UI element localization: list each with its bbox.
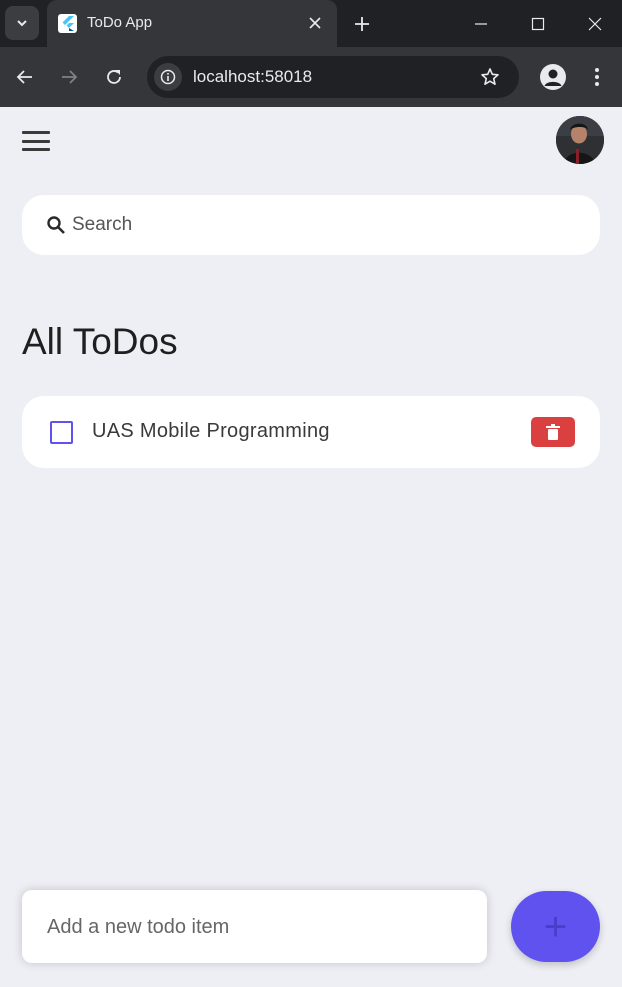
browser-tab-strip: ToDo App	[0, 0, 622, 47]
tab-title: ToDo App	[87, 14, 153, 31]
reload-button[interactable]	[101, 64, 127, 90]
person-icon	[544, 69, 562, 86]
arrow-left-icon	[16, 70, 32, 84]
browser-toolbar: localhost:58018	[0, 47, 622, 107]
page-title: All ToDos	[22, 321, 178, 362]
plus-icon	[355, 17, 369, 31]
close-icon	[588, 17, 602, 31]
bookmark-star-icon[interactable]	[479, 66, 501, 88]
address-bar[interactable]: localhost:58018	[147, 56, 519, 98]
more-vertical-icon	[595, 68, 599, 86]
browser-menu-button[interactable]	[585, 64, 609, 90]
todo-text: UAS Mobile Programming	[92, 420, 330, 442]
maximize-icon	[531, 17, 545, 31]
close-tab-icon[interactable]	[305, 13, 325, 33]
add-todo-field	[22, 890, 487, 963]
site-info-icon[interactable]	[154, 63, 182, 91]
forward-button[interactable]	[56, 64, 82, 90]
todo-item[interactable]: UAS Mobile Programming	[22, 396, 600, 468]
avatar[interactable]	[556, 116, 604, 164]
new-tab-button[interactable]	[350, 12, 374, 36]
flutter-favicon-icon	[58, 14, 77, 33]
minimize-icon	[475, 23, 487, 25]
minimize-window-button[interactable]	[469, 12, 493, 36]
add-todo-input[interactable]	[47, 910, 467, 944]
search-bar	[22, 195, 600, 255]
reload-icon	[107, 70, 121, 84]
chevron-down-icon	[17, 20, 27, 27]
search-icon	[47, 216, 65, 234]
tab-search-button[interactable]	[5, 6, 39, 40]
delete-todo-button[interactable]	[531, 417, 575, 447]
url-text: localhost:58018	[193, 67, 313, 86]
arrow-right-icon	[62, 70, 78, 84]
app-viewport: All ToDos UAS Mobile Programming +	[0, 107, 622, 987]
browser-tab[interactable]: ToDo App	[47, 0, 337, 47]
back-button[interactable]	[12, 64, 38, 90]
close-window-button[interactable]	[583, 12, 607, 36]
hamburger-menu-icon[interactable]	[18, 127, 54, 155]
todo-checkbox[interactable]	[50, 421, 73, 444]
profile-button[interactable]	[540, 64, 566, 90]
trash-icon	[546, 424, 560, 440]
add-todo-button[interactable]: +	[511, 891, 600, 962]
plus-icon: +	[543, 904, 568, 949]
maximize-window-button[interactable]	[526, 12, 550, 36]
search-input[interactable]	[72, 209, 572, 241]
